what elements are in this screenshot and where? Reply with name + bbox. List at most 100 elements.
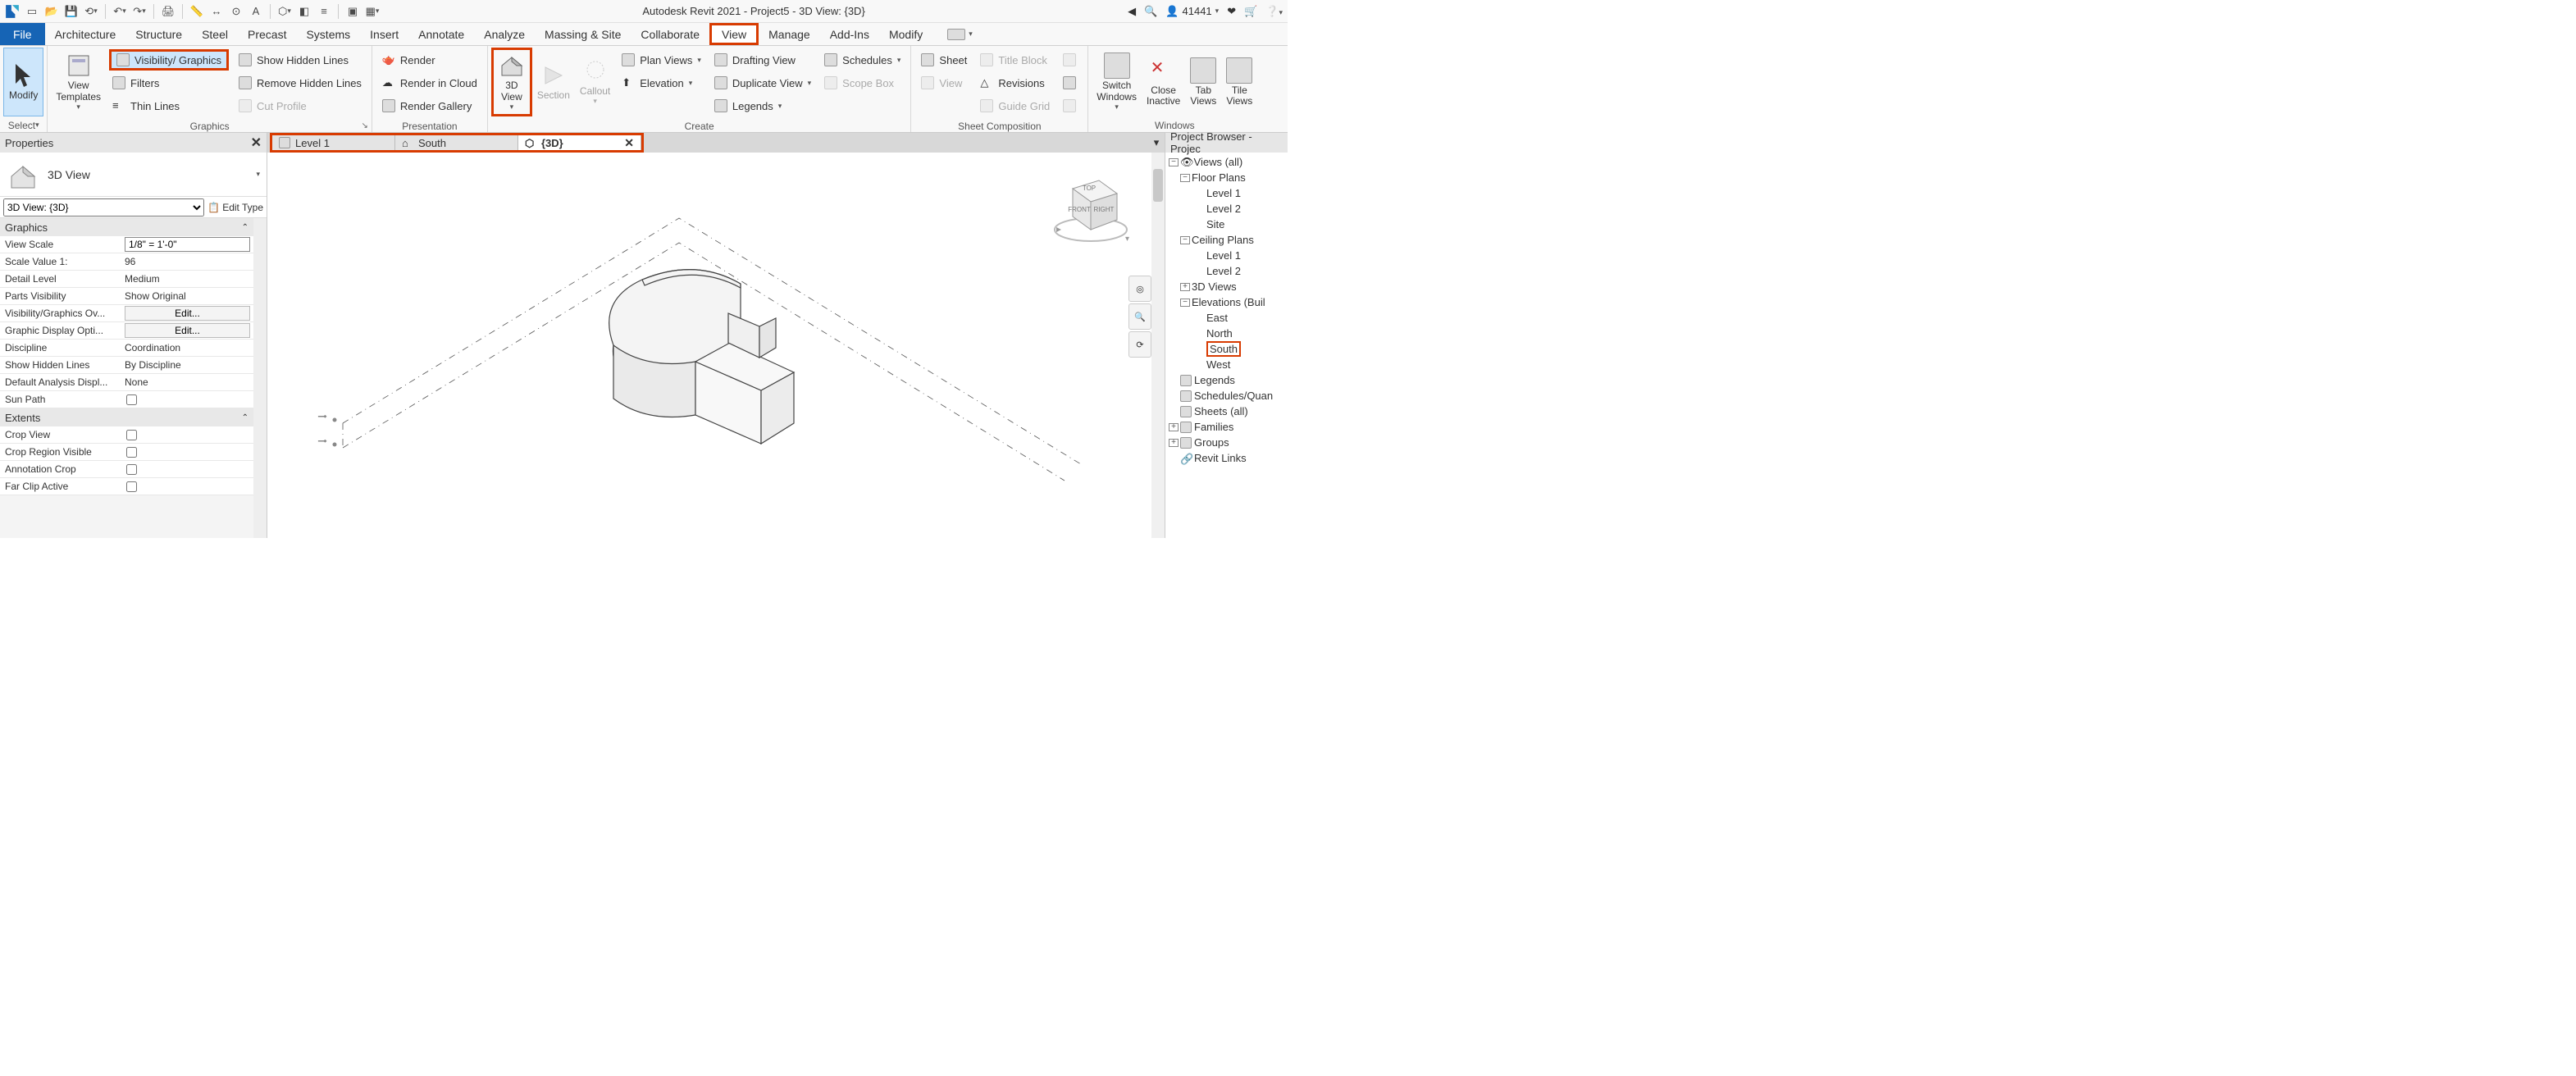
guide-grid-button[interactable]: Guide Grid [977,95,1053,116]
prop-annotation-crop-checkbox[interactable] [126,464,137,475]
menu-misc[interactable]: ▾ [947,23,973,45]
expand-icon[interactable]: + [1180,283,1190,291]
matchline-button[interactable] [1060,49,1081,71]
tree-elev-north[interactable]: North [1165,326,1288,341]
cart-icon[interactable]: 🛒 [1244,5,1257,18]
collapse-icon[interactable]: − [1180,299,1190,307]
view-tab-south[interactable]: ⌂South [395,135,518,150]
modify-button[interactable]: Modify [3,48,43,116]
tab-architecture[interactable]: Architecture [45,23,126,45]
tab-add-ins[interactable]: Add-Ins [820,23,879,45]
tab-annotate[interactable]: Annotate [408,23,474,45]
tab-analyze[interactable]: Analyze [474,23,535,45]
info-center-icon[interactable]: 🔍 [1144,5,1157,18]
view-tab-level1[interactable]: Level 1 [272,135,395,150]
zoom-button[interactable]: 🔍 [1128,303,1151,330]
user-chip[interactable]: 👤 41441 ▾ [1165,5,1219,18]
sheet-button[interactable]: Sheet [918,49,970,71]
viewports-button[interactable] [1060,95,1081,116]
tab-structure[interactable]: Structure [125,23,192,45]
collapse-icon[interactable]: − [1169,158,1179,166]
view-cube[interactable]: TOP FRONT RIGHT ▾ [1050,166,1132,248]
tree-legends[interactable]: Legends [1165,372,1288,388]
section-extents-header[interactable]: Extents⌃ [0,408,253,426]
full-nav-wheel-button[interactable]: ◎ [1128,276,1151,302]
close-views-icon[interactable]: ▣ [345,4,360,19]
tree-elevations[interactable]: −Elevations (Buil [1165,294,1288,310]
expand-icon[interactable]: + [1169,439,1179,447]
tree-3d-views[interactable]: +3D Views [1165,279,1288,294]
help-icon[interactable]: ❔▾ [1265,5,1283,18]
prop-sun-path-checkbox[interactable] [126,394,137,405]
render-button[interactable]: 🫖Render [379,49,481,71]
prop-discipline[interactable]: Coordination [121,340,253,356]
instance-select[interactable]: 3D View: {3D} [3,198,204,217]
orbit-button[interactable]: ⟳ [1128,331,1151,358]
canvas-3d[interactable]: ⟶ ⟶ TOP FRONT RIGHT ▾ [267,153,1165,538]
prop-crop-view-checkbox[interactable] [126,430,137,440]
tree-cp-level1[interactable]: Level 1 [1165,248,1288,263]
measure-icon[interactable]: 📏 [189,4,204,19]
tab-steel[interactable]: Steel [192,23,238,45]
dialog-launcher-icon[interactable]: ↘ [362,121,368,130]
canvas-scrollbar[interactable] [1151,153,1165,538]
show-hidden-lines-button[interactable]: Show Hidden Lines [235,49,365,71]
prop-far-clip-checkbox[interactable] [126,481,137,492]
prop-vg-edit-button[interactable]: Edit... [125,306,250,321]
tab-collaborate[interactable]: Collaborate [631,23,709,45]
title-block-button[interactable]: Title Block [977,49,1053,71]
tab-precast[interactable]: Precast [238,23,296,45]
nav-left-icon[interactable]: ◀ [1128,5,1136,18]
tree-elev-west[interactable]: West [1165,357,1288,372]
view-reference-button[interactable] [1060,72,1081,93]
close-tab-button[interactable]: ✕ [624,136,634,150]
render-cloud-button[interactable]: ☁Render in Cloud [379,72,481,93]
tree-elev-east[interactable]: East [1165,310,1288,326]
render-gallery-button[interactable]: Render Gallery [379,95,481,116]
view-templates-button[interactable]: View Templates ▾ [51,48,106,116]
save-icon[interactable]: 💾 [64,4,79,19]
section-graphics-header[interactable]: Graphics⌃ [0,218,253,236]
tab-manage[interactable]: Manage [759,23,820,45]
properties-close-button[interactable]: ✕ [251,134,262,151]
tree-fp-level2[interactable]: Level 2 [1165,201,1288,217]
prop-detail-level[interactable]: Medium [121,271,253,287]
tree-elev-south[interactable]: South [1165,341,1288,357]
expand-icon[interactable]: + [1169,423,1179,431]
callout-button[interactable]: Callout▾ [575,48,615,116]
tree-groups[interactable]: +Groups [1165,435,1288,450]
prop-default-analysis[interactable]: None [121,374,253,390]
tag-icon[interactable]: ⊙ [229,4,244,19]
prop-view-scale-input[interactable] [125,237,250,252]
place-view-button[interactable]: View [918,72,970,93]
tree-cp-level2[interactable]: Level 2 [1165,263,1288,279]
tab-view[interactable]: View [709,23,759,45]
tree-fp-site[interactable]: Site [1165,217,1288,232]
tree-ceiling-plans[interactable]: −Ceiling Plans [1165,232,1288,248]
plan-views-button[interactable]: Plan Views ▾ [618,49,704,71]
type-selector[interactable]: 3D View ▾ [0,153,267,197]
tree-schedules[interactable]: Schedules/Quan [1165,388,1288,404]
duplicate-view-button[interactable]: Duplicate View ▾ [711,72,814,93]
sync-icon[interactable]: ⟲▾ [84,4,98,19]
properties-scrollbar[interactable] [253,218,267,538]
view-tabs-menu[interactable]: ▾ [1148,133,1165,153]
tree-families[interactable]: +Families [1165,419,1288,435]
3d-icon[interactable]: ⬡▾ [277,4,292,19]
thin-lines-icon[interactable]: ≡ [317,4,331,19]
collapse-icon[interactable]: − [1180,174,1190,182]
tree-revit-links[interactable]: 🔗Revit Links [1165,450,1288,466]
close-inactive-button[interactable]: ✕Close Inactive [1142,48,1185,116]
revisions-button[interactable]: △Revisions [977,72,1053,93]
drafting-view-button[interactable]: Drafting View [711,49,814,71]
collapse-icon[interactable]: − [1180,236,1190,244]
visibility-graphics-button[interactable]: Visibility/ Graphics [109,49,229,71]
prop-show-hidden[interactable]: By Discipline [121,357,253,373]
schedules-button[interactable]: Schedules ▾ [821,49,904,71]
tree-root-views[interactable]: −👁Views (all) [1165,154,1288,170]
legends-button[interactable]: Legends ▾ [711,95,814,116]
tree-floor-plans[interactable]: −Floor Plans [1165,170,1288,185]
section-icon[interactable]: ◧ [297,4,312,19]
tab-views-button[interactable]: Tab Views [1185,48,1221,116]
open-icon[interactable]: ▭ [25,4,39,19]
